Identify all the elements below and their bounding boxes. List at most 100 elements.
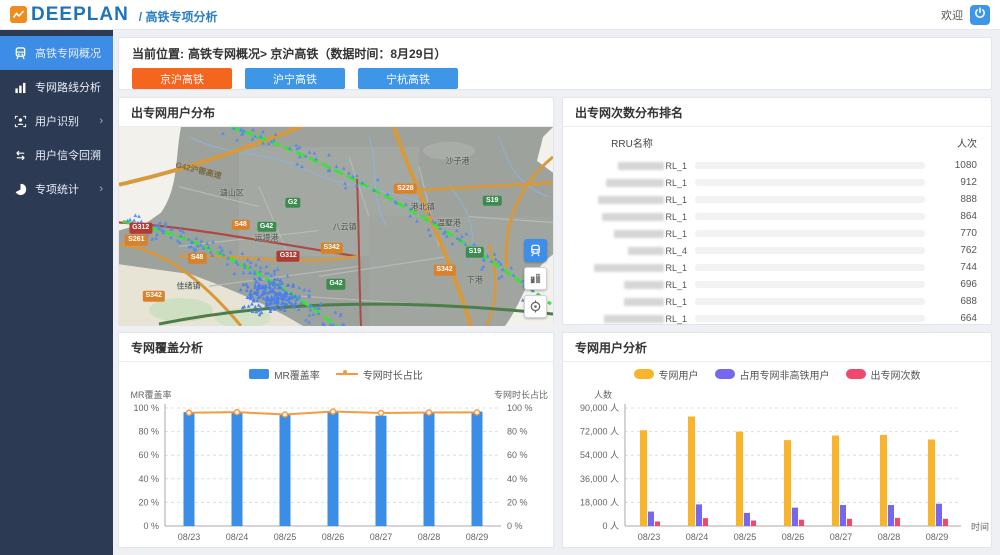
page-title: / 高铁专项分析 bbox=[139, 8, 218, 25]
ranking-value: 912 bbox=[937, 177, 977, 188]
rail-layer-button[interactable] bbox=[524, 239, 547, 262]
legend-swatch bbox=[336, 373, 358, 375]
road-shield-badge: S261 bbox=[125, 235, 147, 245]
svg-text:0 %: 0 % bbox=[143, 521, 159, 531]
svg-text:80 %: 80 % bbox=[138, 427, 159, 437]
locate-button[interactable] bbox=[524, 295, 547, 318]
map-place-label: 下港 bbox=[467, 275, 483, 286]
svg-text:08/25: 08/25 bbox=[734, 532, 757, 542]
ranking-bar-track bbox=[695, 213, 925, 220]
road-shield-badge: S342 bbox=[320, 243, 342, 253]
svg-text:08/29: 08/29 bbox=[466, 532, 489, 542]
svg-text:专网时长占比: 专网时长占比 bbox=[494, 389, 548, 400]
sidebar-item-label: 专网路线分析 bbox=[35, 79, 101, 95]
legend-item[interactable]: 出专网次数 bbox=[846, 367, 921, 382]
road-shield-badge: S48 bbox=[188, 253, 206, 263]
svg-text:08/23: 08/23 bbox=[638, 532, 661, 542]
ranking-value: 762 bbox=[937, 245, 977, 256]
logout-power-button[interactable] bbox=[970, 5, 990, 25]
rail-line-button-2[interactable]: 沪宁高铁 bbox=[245, 68, 345, 89]
map-canvas[interactable]: G42沪蓉高速G312S261S48S48G312S342G42G2S342G4… bbox=[119, 127, 553, 326]
main-content: 当前位置: 高铁专网概况> 京沪高铁（数据时间：8月29日） 京沪高铁沪宁高铁宁杭… bbox=[113, 30, 1000, 555]
ranking-value: 864 bbox=[937, 211, 977, 222]
ranking-bar-track bbox=[695, 315, 925, 322]
svg-text:36,000 人: 36,000 人 bbox=[580, 474, 619, 484]
ranking-bar-track bbox=[695, 264, 925, 271]
svg-text:90,000 人: 90,000 人 bbox=[580, 403, 619, 413]
buildings-3d-button[interactable] bbox=[524, 267, 547, 290]
svg-text:08/26: 08/26 bbox=[322, 532, 345, 542]
ranking-row: RL_1888 bbox=[577, 191, 977, 208]
legend-swatch bbox=[715, 369, 735, 379]
app-root: DEEPLAN / 高铁专项分析 欢迎 高铁专网概况专网路线分析用户识别›用户信… bbox=[0, 0, 1000, 555]
svg-text:40 %: 40 % bbox=[138, 474, 159, 484]
ranking-row: RL_4762 bbox=[577, 242, 977, 259]
sidebar-item-1[interactable]: 高铁专网概况 bbox=[0, 36, 113, 70]
logo: DEEPLAN / 高铁专项分析 bbox=[10, 5, 217, 25]
rail-line-button-3[interactable]: 宁杭高铁 bbox=[358, 68, 458, 89]
rail-line-button-1[interactable]: 京沪高铁 bbox=[132, 68, 232, 89]
breadcrumb-path: 高铁专网概况> 京沪高铁（数据时间：8月29日） bbox=[188, 47, 446, 61]
rru-name-suffix: RL_1 bbox=[665, 229, 687, 239]
ranking-bar-track bbox=[695, 196, 925, 203]
ranking-bar-track bbox=[695, 162, 925, 169]
user-icon bbox=[13, 114, 27, 128]
legend-swatch bbox=[249, 369, 269, 379]
svg-text:08/24: 08/24 bbox=[686, 532, 709, 542]
svg-text:08/28: 08/28 bbox=[418, 532, 441, 542]
legend-label: 出专网次数 bbox=[871, 367, 921, 382]
legend-item[interactable]: 专网用户 bbox=[634, 367, 699, 382]
ranking-value: 688 bbox=[937, 296, 977, 307]
svg-text:20 %: 20 % bbox=[507, 497, 528, 507]
svg-text:100 %: 100 % bbox=[133, 403, 159, 413]
legend-label: MR覆盖率 bbox=[274, 367, 320, 382]
legend-item[interactable]: MR覆盖率 bbox=[249, 367, 320, 382]
sidebar-item-2[interactable]: 专网路线分析 bbox=[0, 70, 113, 104]
ranking-bar-track bbox=[695, 230, 925, 237]
map-controls bbox=[524, 239, 547, 318]
redacted-rru-name bbox=[618, 162, 664, 170]
chevron-right-icon: › bbox=[99, 115, 103, 127]
logo-chart-icon bbox=[10, 6, 27, 23]
power-icon bbox=[974, 7, 986, 22]
ranking-panel-title: 出专网次数分布排名 bbox=[563, 98, 991, 127]
svg-text:08/29: 08/29 bbox=[926, 532, 949, 542]
svg-text:08/23: 08/23 bbox=[178, 532, 201, 542]
road-shield-badge: S48 bbox=[231, 219, 249, 229]
locate-icon bbox=[529, 300, 542, 313]
road-shield-badge: G312 bbox=[129, 223, 152, 233]
sidebar-item-4[interactable]: 用户信令回溯 bbox=[0, 138, 113, 172]
rru-name-suffix: RL_1 bbox=[665, 263, 687, 273]
ranking-col-value: 人次 bbox=[933, 135, 977, 150]
legend-label: 专网用户 bbox=[659, 367, 699, 382]
ranking-row: RL_1912 bbox=[577, 174, 977, 191]
train-layer-icon bbox=[529, 244, 542, 257]
legend-label: 占用专网非高铁用户 bbox=[740, 367, 830, 382]
svg-text:72,000 人: 72,000 人 bbox=[580, 427, 619, 437]
redacted-rru-name bbox=[604, 315, 664, 323]
redacted-rru-name bbox=[598, 196, 664, 204]
legend-item[interactable]: 占用专网非高铁用户 bbox=[715, 367, 830, 382]
svg-text:0 %: 0 % bbox=[507, 521, 523, 531]
legend-item[interactable]: 专网时长占比 bbox=[336, 367, 423, 382]
map-place-label: 佳绪镇 bbox=[176, 281, 200, 292]
sidebar: 高铁专网概况专网路线分析用户识别›用户信令回溯专项统计› bbox=[0, 30, 113, 555]
breadcrumb-label: 当前位置: bbox=[132, 47, 184, 61]
ranking-row: RL_1696 bbox=[577, 276, 977, 293]
svg-text:08/28: 08/28 bbox=[878, 532, 901, 542]
rru-name-suffix: RL_1 bbox=[665, 314, 687, 324]
ranking-value: 1080 bbox=[937, 160, 977, 171]
sidebar-item-5[interactable]: 专项统计› bbox=[0, 172, 113, 206]
road-shield-badge: G42 bbox=[257, 221, 276, 231]
coverage-panel: 专网覆盖分析 MR覆盖率专网时长占比 MR覆盖率专网时长占比0 %0 %20 %… bbox=[118, 332, 554, 548]
ranking-row: RL_1864 bbox=[577, 208, 977, 225]
map-panel-title: 出专网用户分布 bbox=[119, 98, 553, 127]
road-shield-badge: S342 bbox=[433, 265, 455, 275]
users-legend: 专网用户 占用专网非高铁用户 出专网次数 bbox=[563, 362, 991, 386]
swap-arrows-icon bbox=[13, 148, 27, 162]
road-shield-badge: S228 bbox=[394, 183, 416, 193]
redacted-rru-name bbox=[628, 247, 664, 255]
sidebar-item-3[interactable]: 用户识别› bbox=[0, 104, 113, 138]
redacted-rru-name bbox=[594, 264, 664, 272]
ranking-bar-track bbox=[695, 298, 925, 305]
